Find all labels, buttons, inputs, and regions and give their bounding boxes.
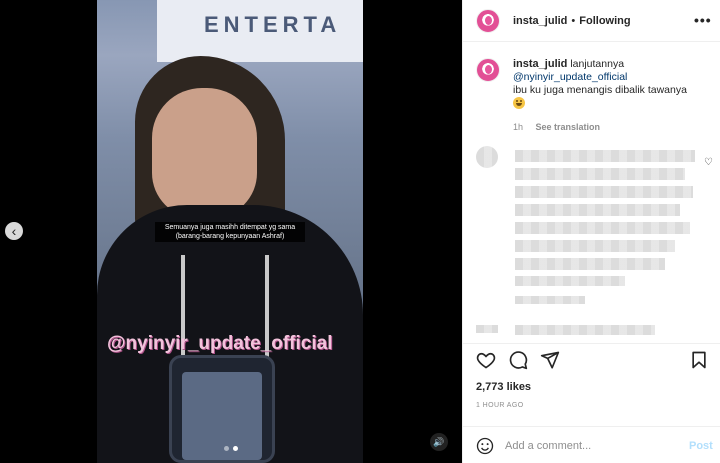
carousel-indicator [224,446,238,451]
post-age: 1h [513,122,524,132]
caption-meta: 1h See translation [513,122,610,132]
comment-bubble-icon [509,351,528,370]
blurred-comment-line [515,186,693,198]
blurred-comment-line [515,240,675,252]
send-icon [540,351,560,369]
caption-mention[interactable]: @nyinyir_update_official [513,71,627,83]
person-face [152,88,257,218]
subtitle-line-1: Semuanya juga masihh ditempat yg sama [164,224,296,231]
post-header: insta_julid • Following ••• [463,0,720,42]
caption-author-avatar[interactable] [476,58,500,82]
caption-text-1: lanjutannya [570,58,625,70]
comment-bar: Post [463,426,720,463]
post-caption: insta_julid lanjutannya @nyinyir_update_… [513,58,713,111]
blurred-comment-line [515,222,690,234]
carousel-dot-active [233,446,238,451]
save-button[interactable] [689,350,709,370]
video-watermark: @nyinyir_update_official [107,333,333,354]
bookmark-icon [692,351,706,369]
author-username[interactable]: insta_julid [513,15,567,27]
carousel-dot [224,446,229,451]
following-button[interactable]: Following [579,15,630,27]
like-button[interactable] [476,350,496,370]
post-side-panel: insta_julid • Following ••• insta_julid … [462,0,720,463]
blurred-comment-meta [515,276,625,286]
share-button[interactable] [540,350,560,370]
video-player[interactable]: ENTERTA Semuanya juga masihh ditempat yg… [97,0,363,463]
emoji-picker-button[interactable] [476,437,494,455]
author-info: insta_julid • Following [513,15,631,27]
author-avatar[interactable] [476,9,500,33]
phone-in-video [169,355,275,463]
caption-username[interactable]: insta_julid [513,58,567,70]
post-actions-bar [463,343,720,373]
blurred-commenter-avatar [476,325,498,333]
blurred-comment-line [515,325,655,335]
post-timestamp: 1 HOUR AGO [476,402,524,409]
blurred-comment-line [515,150,695,162]
likes-count[interactable]: 2,773 likes [476,381,531,393]
banner-text: ENTERTA [204,12,342,37]
video-subtitle: Semuanya juga masihh ditempat yg sama (b… [155,222,305,242]
smiley-icon [476,437,494,455]
audio-toggle-button[interactable]: 🔊 [430,433,448,451]
caption-text-2: ibu ku juga menangis dibalik tawanya [513,84,687,96]
blurred-comment-line [515,204,680,216]
blurred-commenter-avatar [476,146,498,168]
post-comment-button[interactable]: Post [689,440,713,452]
more-options-button[interactable]: ••• [694,12,712,28]
separator-dot: • [571,15,576,27]
heart-icon [476,352,496,369]
chevron-left-icon: ‹ [11,223,17,239]
post-media: ENTERTA Semuanya juga masihh ditempat yg… [0,0,462,463]
comment-like-button[interactable]: ♡ [704,157,713,168]
more-horizontal-icon: ••• [694,12,712,28]
blurred-comment-meta [515,296,585,304]
comment-button[interactable] [508,350,528,370]
subtitle-line-2: (barang-barang kepunyaan Ashraf) [175,233,285,240]
see-translation-link[interactable]: See translation [536,122,601,132]
speaker-icon: 🔊 [433,437,445,447]
carousel-prev-button[interactable]: ‹ [5,222,23,240]
smiling-face-emoji-icon [513,97,525,109]
phone-screen [182,372,262,460]
comment-input[interactable] [505,437,675,455]
heart-outline-icon: ♡ [704,157,713,168]
blurred-comment-line [515,168,685,180]
blurred-comment-line [515,258,665,270]
